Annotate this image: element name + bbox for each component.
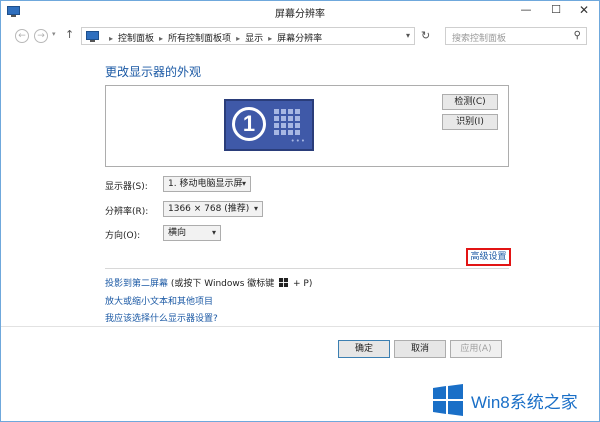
windows-logo-icon bbox=[279, 278, 289, 287]
chevron-down-icon: ▾ bbox=[253, 204, 258, 213]
orientation-label: 方向(O): bbox=[105, 231, 141, 241]
monitor-preview-area: 1 ••• 检测(C) 识别(I) bbox=[105, 85, 509, 167]
window-title: 屏幕分辨率 bbox=[275, 9, 325, 20]
resolution-select[interactable]: 1366 × 768 (推荐) ▾ bbox=[163, 201, 263, 217]
text-size-link[interactable]: 放大或缩小文本和其他项目 bbox=[105, 294, 213, 307]
orientation-select[interactable]: 横向 ▾ bbox=[163, 225, 221, 241]
address-dropdown-chevron-icon[interactable]: ▾ bbox=[406, 31, 410, 40]
advanced-settings-link[interactable]: 高级设置 bbox=[466, 248, 511, 266]
breadcrumb-separator-icon: ▸ bbox=[109, 34, 114, 43]
project-line: 投影到第二屏幕 (或按下 Windows 徽标键 + P) bbox=[105, 276, 312, 289]
ok-button[interactable]: 确定 bbox=[338, 340, 390, 358]
breadcrumb-separator-icon: ▸ bbox=[159, 34, 164, 43]
control-panel-icon bbox=[86, 31, 99, 42]
breadcrumb-separator-icon: ▸ bbox=[236, 34, 241, 43]
display-select[interactable]: 1. 移动电脑显示屏 ▾ bbox=[163, 176, 251, 192]
monitor-1-tile[interactable]: 1 ••• bbox=[224, 99, 314, 151]
search-placeholder: 搜索控制面板 bbox=[452, 34, 507, 44]
search-icon[interactable]: ⚲ bbox=[574, 30, 581, 41]
monitor-number: 1 bbox=[232, 107, 266, 141]
watermark: Win8系统之家 bbox=[431, 381, 599, 419]
screen-resolution-window: 屏幕分辨率 — ☐ ✕ ← → ▾ ↑ ▸ 控制面板 ▸ 所有控制面板项 ▸ 显示 ▸ 屏幕分… bbox=[0, 0, 600, 422]
apply-button[interactable]: 应用(A) bbox=[450, 340, 502, 358]
navigation-bar: ← → ▾ ↑ ▸ 控制面板 ▸ 所有控制面板项 ▸ 显示 ▸ 屏幕分辨率 ▾ ↻ 搜索控制面… bbox=[1, 23, 599, 49]
minimize-button[interactable]: — bbox=[511, 1, 541, 21]
breadcrumb: ▸ 控制面板 ▸ 所有控制面板项 ▸ 显示 ▸ 屏幕分辨率 bbox=[104, 31, 322, 44]
recent-locations-chevron-icon[interactable]: ▾ bbox=[52, 30, 56, 38]
watermark-text: Win8系统之家 bbox=[471, 393, 578, 412]
address-bar[interactable]: ▸ 控制面板 ▸ 所有控制面板项 ▸ 显示 ▸ 屏幕分辨率 ▾ bbox=[81, 27, 415, 45]
up-button[interactable]: ↑ bbox=[65, 28, 74, 41]
detect-button[interactable]: 检测(C) bbox=[442, 94, 498, 110]
close-button[interactable]: ✕ bbox=[569, 1, 599, 21]
divider bbox=[105, 268, 509, 269]
breadcrumb-item[interactable]: 所有控制面板项 bbox=[168, 34, 231, 44]
footer-divider bbox=[1, 326, 599, 327]
resolution-select-value: 1366 × 768 (推荐) bbox=[168, 204, 250, 214]
project-hint-before: (或按下 Windows 徽标键 bbox=[168, 279, 278, 289]
breadcrumb-item[interactable]: 显示 bbox=[245, 34, 263, 44]
breadcrumb-item[interactable]: 屏幕分辨率 bbox=[277, 34, 322, 44]
display-label: 显示器(S): bbox=[105, 182, 148, 192]
title-bar: 屏幕分辨率 — ☐ ✕ bbox=[1, 1, 599, 23]
forward-button[interactable]: → bbox=[34, 29, 48, 43]
resolution-label: 分辨率(R): bbox=[105, 207, 149, 217]
project-second-screen-link[interactable]: 投影到第二屏幕 bbox=[105, 279, 168, 289]
refresh-icon[interactable]: ↻ bbox=[421, 29, 430, 42]
orientation-select-value: 横向 bbox=[168, 228, 187, 238]
maximize-button[interactable]: ☐ bbox=[541, 1, 571, 21]
display-select-value: 1. 移动电脑显示屏 bbox=[168, 179, 243, 189]
breadcrumb-item[interactable]: 控制面板 bbox=[118, 34, 154, 44]
project-hint-after: + P) bbox=[290, 279, 313, 289]
monitor-dots-icon: ••• bbox=[290, 137, 306, 145]
search-input[interactable]: 搜索控制面板 ⚲ bbox=[445, 27, 587, 45]
chevron-down-icon: ▾ bbox=[211, 228, 216, 237]
identify-button[interactable]: 识别(I) bbox=[442, 114, 498, 130]
chevron-down-icon: ▾ bbox=[241, 179, 246, 188]
cancel-button[interactable]: 取消 bbox=[394, 340, 446, 358]
breadcrumb-separator-icon: ▸ bbox=[268, 34, 273, 43]
back-button[interactable]: ← bbox=[15, 29, 29, 43]
which-settings-link[interactable]: 我应该选择什么显示器设置? bbox=[105, 311, 218, 324]
windows8-logo-icon bbox=[433, 384, 463, 416]
monitor-grid-icon bbox=[274, 109, 300, 137]
page-title: 更改显示器的外观 bbox=[105, 65, 202, 79]
